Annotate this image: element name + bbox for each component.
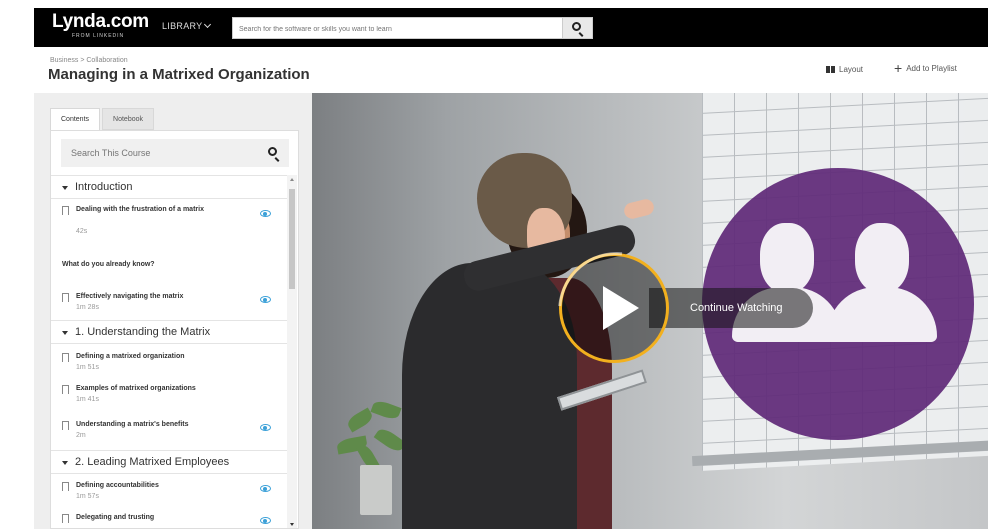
pointing-hand [622,197,656,221]
library-menu[interactable]: LIBRARY [162,20,212,31]
video-item[interactable]: Examples of matrixed organizations 1m 41… [51,383,287,413]
bookmark-icon[interactable] [62,385,69,397]
video-duration: 1m 51s [76,364,99,371]
video-item[interactable]: Delegating and trusting [51,512,287,528]
video-duration: 1m 28s [76,304,99,311]
video-title: Dealing with the frustration of a matrix [76,206,204,213]
logo-subtitle: FROM LINKEDIN [72,33,125,39]
chapter-title: 2. Leading Matrixed Employees [75,456,230,468]
layout-label: Layout [839,65,864,74]
quiz-link[interactable]: What do you already know? [62,261,155,268]
site-search-input[interactable] [233,19,543,40]
continue-watching-label[interactable]: Continue Watching [690,302,783,314]
play-icon [603,286,639,330]
video-title: Understanding a matrix's benefits [76,421,189,428]
chapter-understanding-the-matrix[interactable]: 1. Understanding the Matrix [51,320,287,344]
scroll-down-arrow-icon[interactable] [290,523,294,526]
video-item[interactable]: Defining accountabilities 1m 57s [51,480,287,510]
video-duration: 1m 57s [76,493,99,500]
tab-contents[interactable]: Contents [50,108,101,130]
collapse-triangle-icon [62,461,68,465]
search-icon [572,22,581,31]
watched-eye-icon [260,424,271,431]
library-label: LIBRARY [162,21,203,31]
watched-eye-icon [260,296,271,303]
contents-panel: Introduction Dealing with the frustratio… [50,130,299,529]
video-title: Examples of matrixed organizations [76,385,196,392]
scroll-up-arrow-icon[interactable] [290,178,294,181]
watched-eye-icon [260,485,271,492]
search-icon[interactable] [268,147,277,156]
logo-text: Lynda.com [52,11,149,32]
video-item[interactable]: Dealing with the frustration of a matrix… [51,203,287,245]
video-item[interactable]: Understanding a matrix's benefits 2m [51,419,287,449]
sidebar-tabs: Contents Notebook [50,108,156,130]
watched-eye-icon [260,210,271,217]
collapse-triangle-icon [62,186,68,190]
video-duration: 42s [76,228,88,235]
chevron-down-icon [204,20,212,29]
bookmark-icon[interactable] [62,482,69,494]
add-to-playlist-button[interactable]: + Add to Playlist [894,60,957,76]
site-search-button[interactable] [563,17,593,39]
add-to-playlist-label: Add to Playlist [906,63,957,73]
bookmark-icon[interactable] [62,353,69,365]
bookmark-icon[interactable] [62,421,69,433]
video-item[interactable]: Defining a matrixed organization 1m 51s [51,351,287,381]
top-nav: Lynda.com FROM LINKEDIN LIBRARY [34,8,988,47]
page-title: Managing in a Matrixed Organization [48,66,310,83]
course-search-input[interactable] [61,139,251,167]
bookmark-icon[interactable] [62,514,69,526]
bookmark-icon[interactable] [62,293,69,305]
tab-notebook[interactable]: Notebook [102,108,154,130]
layout-icon [826,66,835,73]
video-player[interactable]: Continue Watching [312,93,988,529]
video-title: Defining accountabilities [76,482,159,489]
play-button[interactable] [559,253,669,363]
breadcrumb[interactable]: Business > Collaboration [50,57,128,64]
scrollbar-thumb[interactable] [289,189,295,289]
video-duration: 2m [76,432,86,439]
layout-button[interactable]: Layout [826,65,863,74]
chapter-title: 1. Understanding the Matrix [75,326,211,338]
chapter-leading-matrixed-employees[interactable]: 2. Leading Matrixed Employees [51,450,287,474]
video-title: Effectively navigating the matrix [76,293,184,300]
course-search-box [61,139,289,167]
watched-eye-icon [260,517,271,524]
collapse-triangle-icon [62,331,68,335]
chapter-title: Introduction [75,181,133,193]
plus-icon: + [894,60,903,76]
video-duration: 1m 41s [76,396,99,403]
lynda-logo[interactable]: Lynda.com FROM LINKEDIN [52,11,149,39]
video-title: Defining a matrixed organization [76,353,185,360]
bookmark-icon[interactable] [62,206,69,218]
top-bar: Lynda.com FROM LINKEDIN LIBRARY [0,0,988,47]
chapter-introduction[interactable]: Introduction [51,175,287,199]
site-search-box [232,17,563,40]
video-title: Delegating and trusting [76,514,155,521]
contents-scrollbar[interactable] [287,175,297,528]
